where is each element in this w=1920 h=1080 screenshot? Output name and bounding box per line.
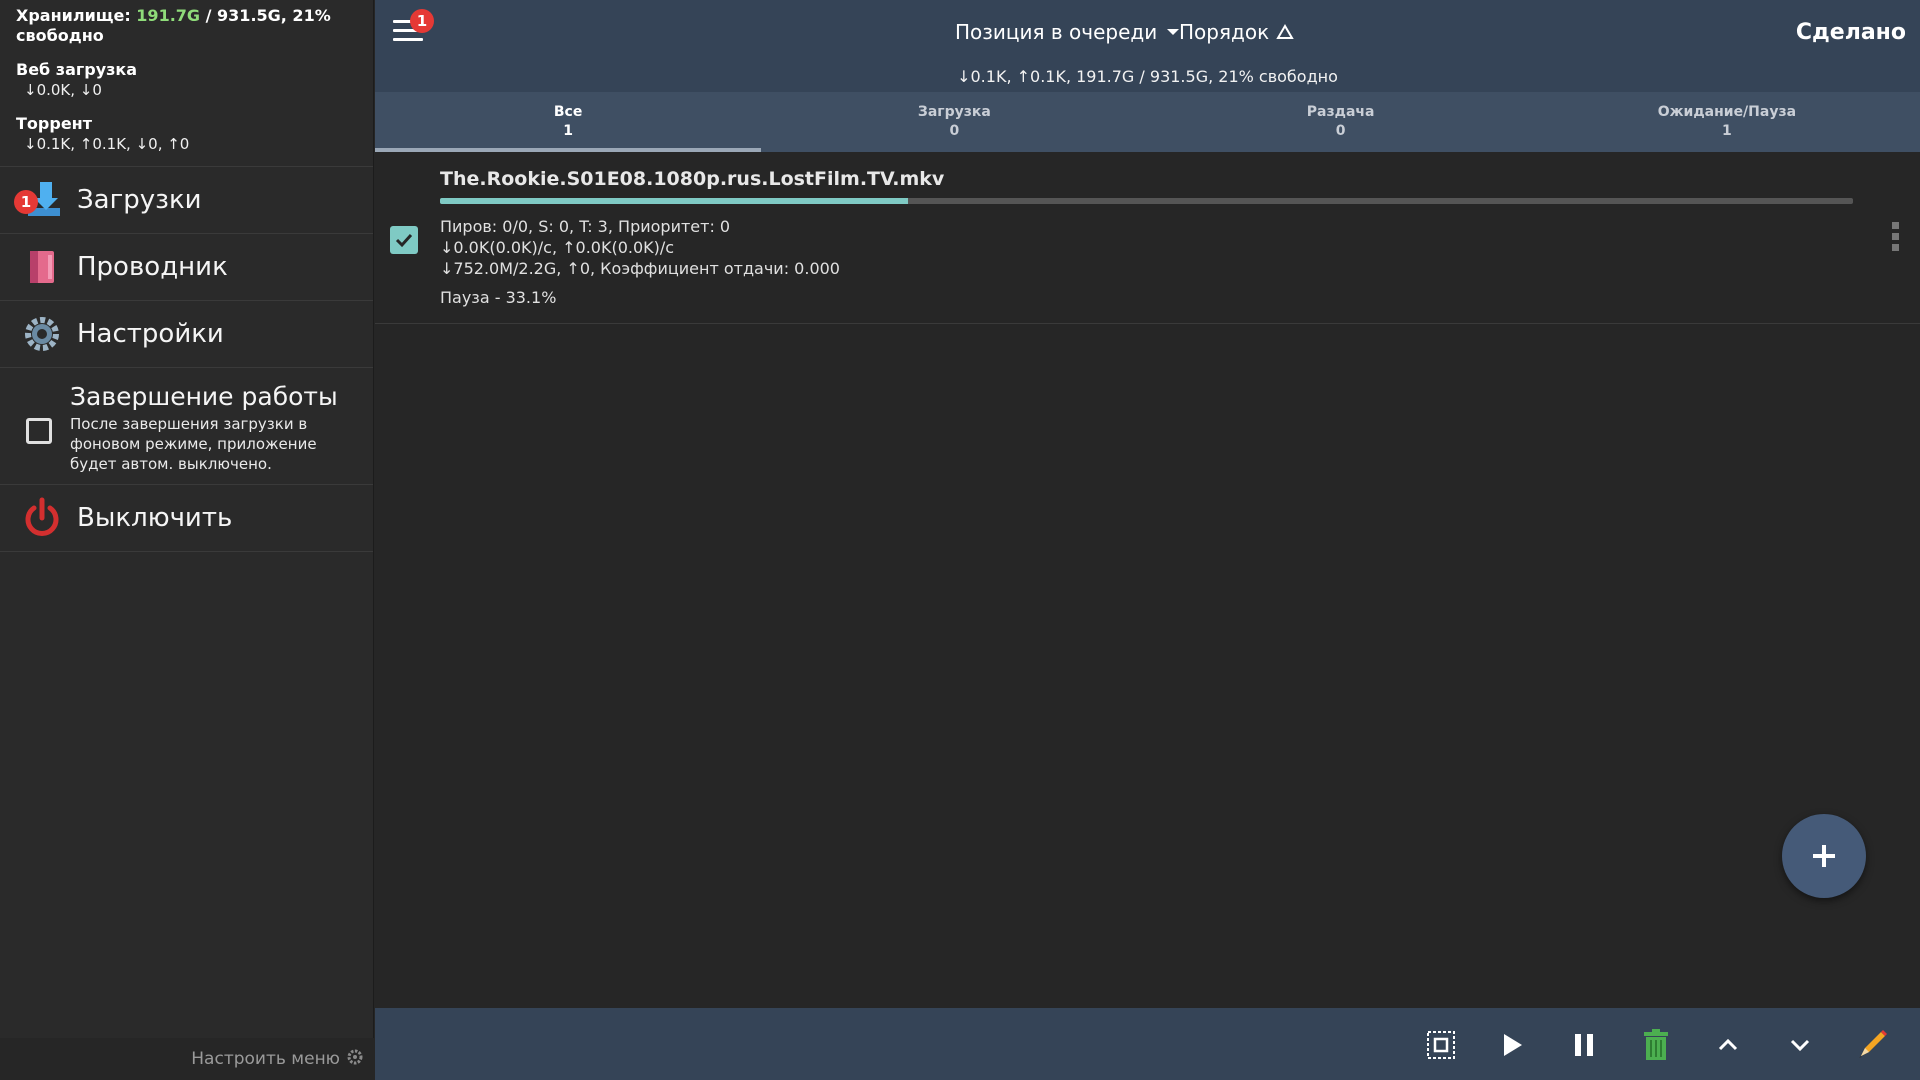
shutdown-option[interactable]: Завершение работы После завершения загру…	[0, 368, 373, 485]
pencil-icon	[1859, 1030, 1887, 1058]
menu-badge: 1	[410, 9, 434, 33]
shutdown-title: Завершение работы	[70, 382, 338, 411]
move-up-button[interactable]	[1711, 1028, 1745, 1062]
storage-line: Хранилище: 191.7G / 931.5G, 21%	[16, 6, 357, 26]
shutdown-checkbox[interactable]	[26, 418, 52, 444]
triangle-up-icon	[1276, 24, 1294, 39]
storage-used: 191.7G	[136, 6, 201, 25]
torrent-progress-fill	[440, 198, 908, 204]
add-torrent-button[interactable]	[1782, 814, 1866, 898]
torrent-status: Пауза - 33.1%	[440, 288, 557, 307]
tab-label: Загрузка	[917, 104, 991, 120]
power-icon	[20, 496, 64, 540]
tab-label: Ожидание/Пауза	[1657, 104, 1797, 120]
sidebar-item-label: Загрузки	[77, 185, 202, 215]
tab-count: 1	[563, 123, 573, 139]
move-down-button[interactable]	[1783, 1028, 1817, 1062]
sidebar-item-label: Настройки	[77, 319, 224, 349]
sidebar-item-power-off[interactable]: Выключить	[0, 485, 373, 552]
top-toolbar: 1 Позиция в очереди Порядок Сделано ↓0.1…	[375, 0, 1920, 92]
sidebar-item-label: Выключить	[77, 503, 233, 533]
sidebar: Хранилище: 191.7G / 931.5G, 21% свободно…	[0, 0, 374, 1080]
trash-icon	[1644, 1029, 1668, 1060]
sidebar-item-settings[interactable]: Настройки	[0, 301, 373, 368]
torrent-name: The.Rookie.S01E08.1080p.rus.LostFilm.TV.…	[440, 168, 945, 190]
torrent-progress-bar	[440, 198, 1853, 204]
storage-stats: Хранилище: 191.7G / 931.5G, 21% свободно…	[0, 0, 373, 167]
customize-menu-button[interactable]: Настроить меню	[0, 1038, 374, 1080]
queue-position-dropdown[interactable]: Позиция в очереди	[955, 20, 1183, 44]
main-panel: 1 Позиция в очереди Порядок Сделано ↓0.1…	[375, 0, 1920, 1080]
play-icon	[1504, 1034, 1522, 1056]
torrent-checkbox[interactable]	[390, 226, 418, 254]
storage-total: / 931.5G, 21%	[205, 6, 331, 25]
storage-label: Хранилище:	[16, 6, 131, 25]
gear-icon	[346, 1048, 364, 1070]
speed-summary: ↓0.1K, ↑0.1K, 191.7G / 931.5G, 21% свобо…	[957, 67, 1338, 86]
tab-count: 0	[1335, 123, 1346, 139]
queue-position-label: Позиция в очереди	[955, 20, 1158, 44]
downloads-icon: 1	[14, 178, 64, 222]
list-item[interactable]: The.Rookie.S01E08.1080p.rus.LostFilm.TV.…	[375, 152, 1920, 324]
bottom-action-bar	[375, 1008, 1920, 1080]
torrent-size-ratio: ↓752.0M/2.2G, ↑0, Коэффициент отдачи: 0.…	[440, 259, 840, 278]
sidebar-item-label: Проводник	[77, 252, 228, 282]
plus-icon	[1813, 845, 1835, 867]
torrent-list: The.Rookie.S01E08.1080p.rus.LostFilm.TV.…	[375, 152, 1920, 1008]
sort-order-label: Порядок	[1179, 20, 1270, 44]
tab-all[interactable]: Все 1	[375, 92, 762, 152]
torrent-speed: ↓0.0K(0.0K)/с, ↑0.0K(0.0K)/с	[440, 238, 675, 257]
web-download-stats: ↓0.0K, ↓0	[24, 81, 102, 99]
tab-label: Раздача	[1306, 104, 1375, 120]
edit-button[interactable]	[1855, 1028, 1889, 1062]
tab-count: 0	[949, 123, 960, 139]
torrent-info: Пиров: 0/0, S: 0, T: 3, Приоритет: 0 ↓0.…	[440, 216, 840, 279]
shutdown-description: После завершения загрузки в фоновом режи…	[70, 415, 317, 473]
pause-icon	[1575, 1034, 1593, 1056]
chevron-down-icon	[1790, 1039, 1810, 1052]
tab-seeding[interactable]: Раздача 0	[1148, 92, 1534, 152]
checkmark-icon	[395, 233, 413, 248]
torrent-peers: Пиров: 0/0, S: 0, T: 3, Приоритет: 0	[440, 217, 731, 236]
explorer-icon	[20, 245, 64, 289]
web-download-label: Веб загрузка	[16, 60, 138, 79]
tab-waiting-paused[interactable]: Ожидание/Пауза 1	[1534, 92, 1920, 152]
filter-tabs: Все 1 Загрузка 0 Раздача 0 Ожидание/Пауз…	[375, 92, 1920, 152]
torrent-label: Торрент	[16, 114, 92, 133]
play-button[interactable]	[1495, 1028, 1529, 1062]
sort-order-button[interactable]: Порядок	[1179, 20, 1295, 44]
tab-downloading[interactable]: Загрузка 0	[761, 92, 1147, 152]
customize-menu-label: Настроить меню	[191, 1049, 340, 1069]
downloads-badge: 1	[14, 190, 38, 214]
select-all-icon	[1427, 1031, 1455, 1059]
more-options-icon[interactable]	[1892, 222, 1900, 255]
sidebar-item-downloads[interactable]: 1 Загрузки	[0, 167, 373, 234]
chevron-up-icon	[1718, 1038, 1738, 1051]
gear-icon	[20, 312, 64, 356]
torrent-stats: ↓0.1K, ↑0.1K, ↓0, ↑0	[24, 135, 190, 153]
delete-button[interactable]	[1639, 1028, 1673, 1062]
pause-button[interactable]	[1567, 1028, 1601, 1062]
tab-label: Все	[553, 104, 583, 120]
done-button[interactable]: Сделано	[1796, 20, 1906, 45]
tab-count: 1	[1722, 123, 1732, 139]
sidebar-item-explorer[interactable]: Проводник	[0, 234, 373, 301]
select-all-button[interactable]	[1424, 1028, 1458, 1062]
storage-free: свободно	[16, 26, 104, 45]
